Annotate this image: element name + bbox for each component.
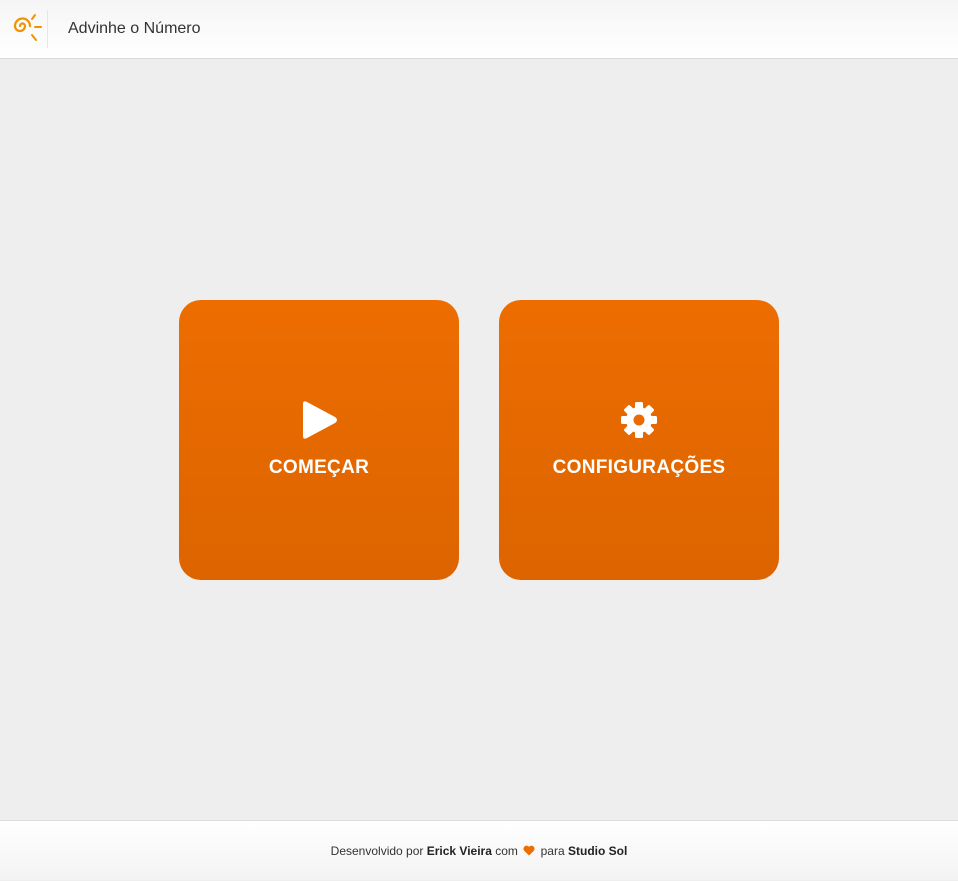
app-title: Advinhe o Número [68, 20, 201, 37]
footer: Desenvolvido por Erick Vieira com para S… [0, 820, 958, 880]
settings-button-label: CONFIGURAÇÕES [552, 457, 726, 478]
start-button-label: COMEÇAR [268, 457, 370, 478]
header-divider [47, 10, 48, 48]
footer-with: com [495, 844, 518, 858]
main-menu: COMEÇAR CONFIGURAÇÕES [0, 59, 958, 820]
footer-author: Erick Vieira [426, 844, 492, 858]
start-button[interactable]: COMEÇAR [179, 300, 459, 580]
footer-prefix: Desenvolvido por [330, 844, 424, 858]
settings-button[interactable]: CONFIGURAÇÕES [499, 300, 779, 580]
sun-spiral-logo-icon[interactable] [8, 12, 44, 46]
footer-company: Studio Sol [567, 844, 628, 858]
app-header: Advinhe o Número [0, 0, 958, 59]
gear-icon [621, 402, 657, 438]
play-icon [303, 401, 337, 439]
footer-for: para [540, 844, 565, 858]
heart-icon [523, 845, 535, 856]
